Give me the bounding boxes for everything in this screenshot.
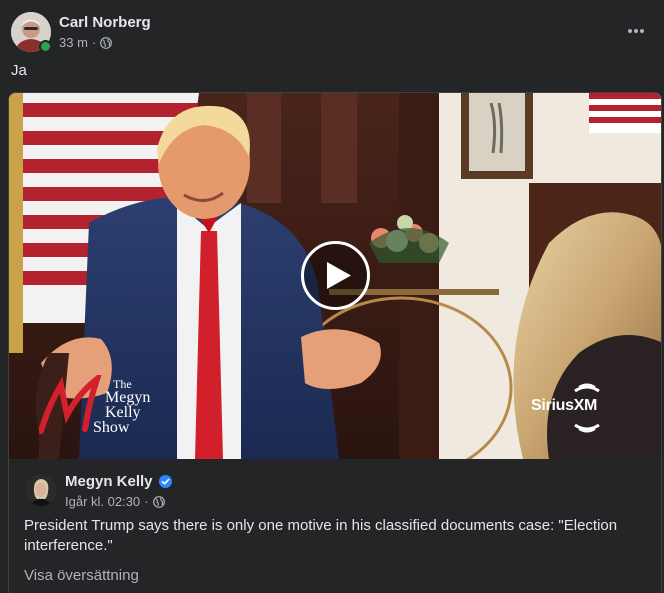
shared-post-card: The Megyn Kelly Show SiriusXM Megyn Kell…	[8, 92, 662, 593]
shared-meta-separator: ·	[144, 494, 149, 509]
shared-author-name-row: Megyn Kelly	[65, 473, 172, 490]
post-text: Ja	[11, 62, 27, 79]
megyn-kelly-show-logo: The Megyn Kelly Show	[39, 375, 169, 436]
play-icon	[301, 241, 370, 310]
see-translation-link[interactable]: Visa översättning	[24, 567, 139, 584]
globe-icon[interactable]	[100, 36, 113, 49]
post-meta: 33 m ·	[59, 35, 113, 50]
post-author-name[interactable]: Carl Norberg	[59, 14, 151, 31]
shared-post-footer: Megyn Kelly Igår kl. 02:30 · President T…	[9, 459, 661, 593]
siriusxm-logo: SiriusXM	[529, 383, 639, 435]
shared-author-name[interactable]: Megyn Kelly	[65, 473, 153, 490]
meta-separator: ·	[91, 35, 97, 50]
shared-post-text: President Trump says there is only one m…	[24, 517, 618, 554]
globe-icon[interactable]	[152, 495, 165, 508]
verified-badge-icon	[158, 475, 172, 488]
siriusxm-text: SiriusXM	[531, 397, 598, 414]
shared-post-meta: Igår kl. 02:30 ·	[65, 494, 165, 509]
more-options-button[interactable]	[623, 18, 649, 44]
shared-author-avatar[interactable]	[25, 474, 57, 506]
logo-text-show: Show	[93, 419, 130, 436]
video-player[interactable]: The Megyn Kelly Show SiriusXM	[9, 93, 661, 459]
author-avatar[interactable]	[11, 12, 52, 53]
play-button[interactable]	[300, 240, 371, 311]
shared-post-timestamp[interactable]: Igår kl. 02:30	[65, 494, 140, 509]
post-header: Carl Norberg 33 m ·	[11, 12, 651, 53]
post-timestamp[interactable]: 33 m	[59, 35, 88, 50]
online-status-dot	[39, 40, 52, 53]
more-options-icon	[628, 29, 644, 33]
feed-post: Carl Norberg 33 m · Ja The Megyn Kelly S…	[0, 0, 664, 593]
